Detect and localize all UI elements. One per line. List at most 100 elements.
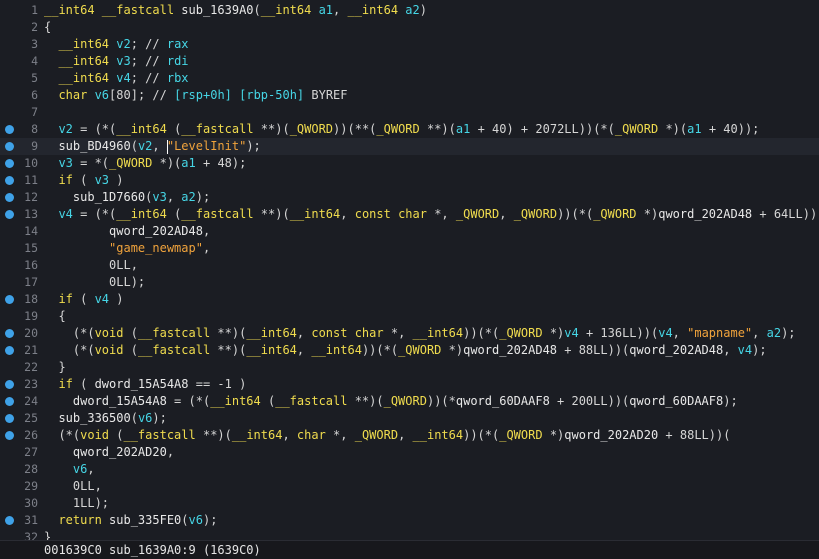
code-line[interactable]: 1 __int64 __fastcall sub_1639A0(__int64 a… xyxy=(0,2,819,19)
breakpoint-dot-icon[interactable] xyxy=(5,125,14,134)
breakpoint-dot-icon[interactable] xyxy=(5,210,14,219)
code-line[interactable]: 28 v6, xyxy=(0,461,819,478)
code-text[interactable]: } xyxy=(44,529,51,540)
gutter[interactable]: 18 xyxy=(0,291,40,308)
code-line[interactable]: 22 } xyxy=(0,359,819,376)
code-line[interactable]: 32} xyxy=(0,529,819,540)
code-line[interactable]: 4 __int64 v3; // rdi xyxy=(0,53,819,70)
code-text[interactable]: if ( dword_15A54A8 == -1 ) xyxy=(44,376,246,393)
gutter[interactable]: 11 xyxy=(0,172,40,189)
code-line[interactable]: 15 "game_newmap", xyxy=(0,240,819,257)
gutter[interactable]: 29 xyxy=(0,478,40,495)
code-line[interactable]: 30 1LL); xyxy=(0,495,819,512)
gutter[interactable]: 25 xyxy=(0,410,40,427)
code-text[interactable]: __int64 v4; // rbx xyxy=(44,70,188,87)
code-line[interactable]: 10 v3 = *(_QWORD *)(a1 + 48); xyxy=(0,155,819,172)
code-text[interactable]: { xyxy=(44,19,51,36)
gutter[interactable]: 24 xyxy=(0,393,40,410)
code-text[interactable]: __int64 __fastcall sub_1639A0(__int64 a1… xyxy=(44,2,427,19)
code-line[interactable]: 16 0LL, xyxy=(0,257,819,274)
gutter[interactable]: 7 xyxy=(0,104,40,121)
code-line[interactable]: 8 v2 = (*(__int64 (__fastcall **)(_QWORD… xyxy=(0,121,819,138)
code-line[interactable]: 11 if ( v3 ) xyxy=(0,172,819,189)
gutter[interactable]: 31 xyxy=(0,512,40,529)
code-text[interactable]: qword_202AD48, xyxy=(44,223,210,240)
code-text[interactable]: (*(void (__fastcall **)(__int64, const c… xyxy=(44,325,796,342)
gutter[interactable]: 30 xyxy=(0,495,40,512)
breakpoint-dot-icon[interactable] xyxy=(5,176,14,185)
code-line[interactable]: 3 __int64 v2; // rax xyxy=(0,36,819,53)
pseudocode-view[interactable]: 1 __int64 __fastcall sub_1639A0(__int64 a… xyxy=(0,0,819,540)
code-text[interactable]: sub_1D7660(v3, a2); xyxy=(44,189,210,206)
gutter[interactable]: 10 xyxy=(0,155,40,172)
gutter[interactable]: 5 xyxy=(0,70,40,87)
breakpoint-dot-icon[interactable] xyxy=(5,193,14,202)
code-line[interactable]: 26 (*(void (__fastcall **)(__int64, char… xyxy=(0,427,819,444)
code-text[interactable]: v2 = (*(__int64 (__fastcall **)(_QWORD))… xyxy=(44,121,759,138)
code-line[interactable]: 21 (*(void (__fastcall **)(__int64, __in… xyxy=(0,342,819,359)
code-line[interactable]: 25 sub_336500(v6); xyxy=(0,410,819,427)
code-text[interactable]: 0LL, xyxy=(44,478,102,495)
code-text[interactable]: return sub_335FE0(v6); xyxy=(44,512,217,529)
code-text[interactable]: { xyxy=(44,308,65,325)
gutter[interactable]: 8 xyxy=(0,121,40,138)
gutter[interactable]: 4 xyxy=(0,53,40,70)
code-text[interactable]: __int64 v3; // rdi xyxy=(44,53,188,70)
code-text[interactable]: qword_202AD20, xyxy=(44,444,174,461)
gutter[interactable]: 15 xyxy=(0,240,40,257)
breakpoint-dot-icon[interactable] xyxy=(5,380,14,389)
code-text[interactable]: 0LL, xyxy=(44,257,138,274)
code-line[interactable]: 9 sub_BD4960(v2, "LevelInit"); xyxy=(0,138,819,155)
code-line[interactable]: 17 0LL); xyxy=(0,274,819,291)
gutter[interactable]: 26 xyxy=(0,427,40,444)
code-text[interactable]: "game_newmap", xyxy=(44,240,210,257)
gutter[interactable]: 13 xyxy=(0,206,40,223)
code-text[interactable]: v3 = *(_QWORD *)(a1 + 48); xyxy=(44,155,246,172)
gutter[interactable]: 1 xyxy=(0,2,40,19)
gutter[interactable]: 17 xyxy=(0,274,40,291)
breakpoint-dot-icon[interactable] xyxy=(5,329,14,338)
code-text[interactable]: __int64 v2; // rax xyxy=(44,36,188,53)
breakpoint-dot-icon[interactable] xyxy=(5,142,14,151)
gutter[interactable]: 28 xyxy=(0,461,40,478)
code-line[interactable]: 20 (*(void (__fastcall **)(__int64, cons… xyxy=(0,325,819,342)
code-text[interactable]: v6, xyxy=(44,461,95,478)
code-line[interactable]: 12 sub_1D7660(v3, a2); xyxy=(0,189,819,206)
breakpoint-dot-icon[interactable] xyxy=(5,431,14,440)
breakpoint-dot-icon[interactable] xyxy=(5,397,14,406)
code-text[interactable]: } xyxy=(44,359,65,376)
code-line[interactable]: 19 { xyxy=(0,308,819,325)
gutter[interactable]: 19 xyxy=(0,308,40,325)
breakpoint-dot-icon[interactable] xyxy=(5,414,14,423)
code-line[interactable]: 2{ xyxy=(0,19,819,36)
code-line[interactable]: 31 return sub_335FE0(v6); xyxy=(0,512,819,529)
code-line[interactable]: 23 if ( dword_15A54A8 == -1 ) xyxy=(0,376,819,393)
code-text[interactable]: dword_15A54A8 = (*(__int64 (__fastcall *… xyxy=(44,393,738,410)
code-text[interactable]: 0LL); xyxy=(44,274,145,291)
gutter[interactable]: 16 xyxy=(0,257,40,274)
code-text[interactable]: if ( v4 ) xyxy=(44,291,123,308)
code-text[interactable]: if ( v3 ) xyxy=(44,172,123,189)
gutter[interactable]: 23 xyxy=(0,376,40,393)
code-line[interactable]: 7 xyxy=(0,104,819,121)
code-text[interactable]: (*(void (__fastcall **)(__int64, char *,… xyxy=(44,427,730,444)
code-text[interactable]: char v6[80]; // [rsp+0h] [rbp-50h] BYREF xyxy=(44,87,347,104)
code-text[interactable]: 1LL); xyxy=(44,495,109,512)
breakpoint-dot-icon[interactable] xyxy=(5,159,14,168)
gutter[interactable]: 27 xyxy=(0,444,40,461)
gutter[interactable]: 2 xyxy=(0,19,40,36)
gutter[interactable]: 20 xyxy=(0,325,40,342)
code-text[interactable]: sub_336500(v6); xyxy=(44,410,166,427)
breakpoint-dot-icon[interactable] xyxy=(5,295,14,304)
code-line[interactable]: 29 0LL, xyxy=(0,478,819,495)
code-line[interactable]: 5 __int64 v4; // rbx xyxy=(0,70,819,87)
code-text[interactable]: v4 = (*(__int64 (__fastcall **)(__int64,… xyxy=(44,206,819,223)
gutter[interactable]: 3 xyxy=(0,36,40,53)
code-line[interactable]: 27 qword_202AD20, xyxy=(0,444,819,461)
code-line[interactable]: 6 char v6[80]; // [rsp+0h] [rbp-50h] BYR… xyxy=(0,87,819,104)
code-line[interactable]: 24 dword_15A54A8 = (*(__int64 (__fastcal… xyxy=(0,393,819,410)
code-line[interactable]: 18 if ( v4 ) xyxy=(0,291,819,308)
gutter[interactable]: 12 xyxy=(0,189,40,206)
code-text[interactable]: sub_BD4960(v2, "LevelInit"); xyxy=(44,138,261,155)
breakpoint-dot-icon[interactable] xyxy=(5,516,14,525)
